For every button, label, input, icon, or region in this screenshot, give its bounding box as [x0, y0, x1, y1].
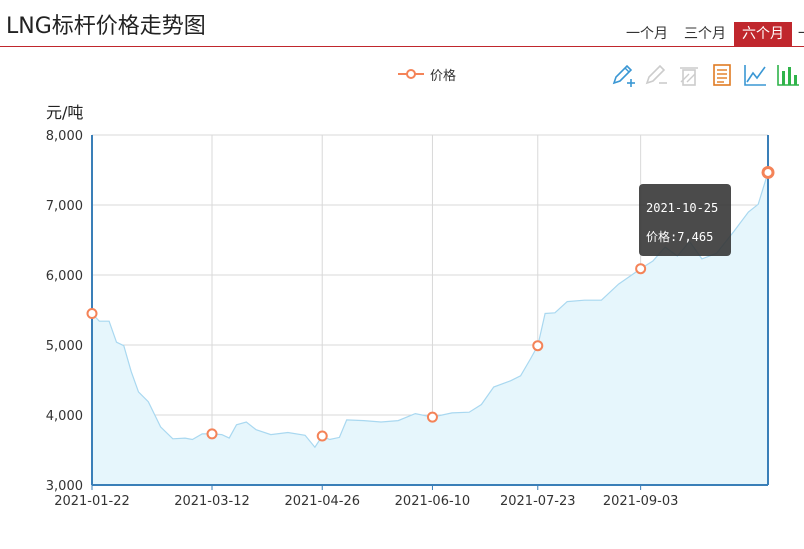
price-marker — [761, 165, 775, 179]
price-marker — [532, 340, 544, 352]
x-tick-label: 2021-06-10 — [395, 494, 471, 509]
price-marker — [426, 411, 438, 423]
y-tick-label: 5,000 — [46, 339, 83, 354]
data-tooltip: 2021-10-25 价格:7,465 — [639, 184, 731, 256]
y-tick-label: 7,000 — [46, 199, 83, 214]
y-tick-label: 8,000 — [46, 129, 83, 144]
price-marker — [206, 428, 218, 440]
x-tick-label: 2021-07-23 — [500, 494, 576, 509]
price-marker — [86, 308, 98, 319]
price-marker — [316, 430, 328, 442]
x-tick-label: 2021-09-03 — [603, 494, 679, 509]
x-axis-ticks: 2021-01-22 2021-03-12 2021-04-26 2021-06-10… — [54, 485, 678, 509]
y-tick-label: 3,000 — [46, 479, 83, 494]
x-tick-label: 2021-01-22 — [54, 494, 130, 509]
x-tick-label: 2021-04-26 — [284, 494, 360, 509]
y-tick-label: 4,000 — [46, 409, 83, 424]
price-marker — [635, 263, 647, 275]
y-tick-label: 6,000 — [46, 269, 83, 284]
price-chart: 3,000 4,000 5,000 6,000 7,000 8,000 2021-01-2… — [46, 129, 775, 509]
y-axis-ticks: 3,000 4,000 5,000 6,000 7,000 8,000 — [46, 129, 83, 494]
x-tick-label: 2021-03-12 — [174, 494, 250, 509]
tooltip-value: 价格:7,465 — [646, 230, 714, 244]
tooltip-date: 2021-10-25 — [646, 201, 719, 215]
